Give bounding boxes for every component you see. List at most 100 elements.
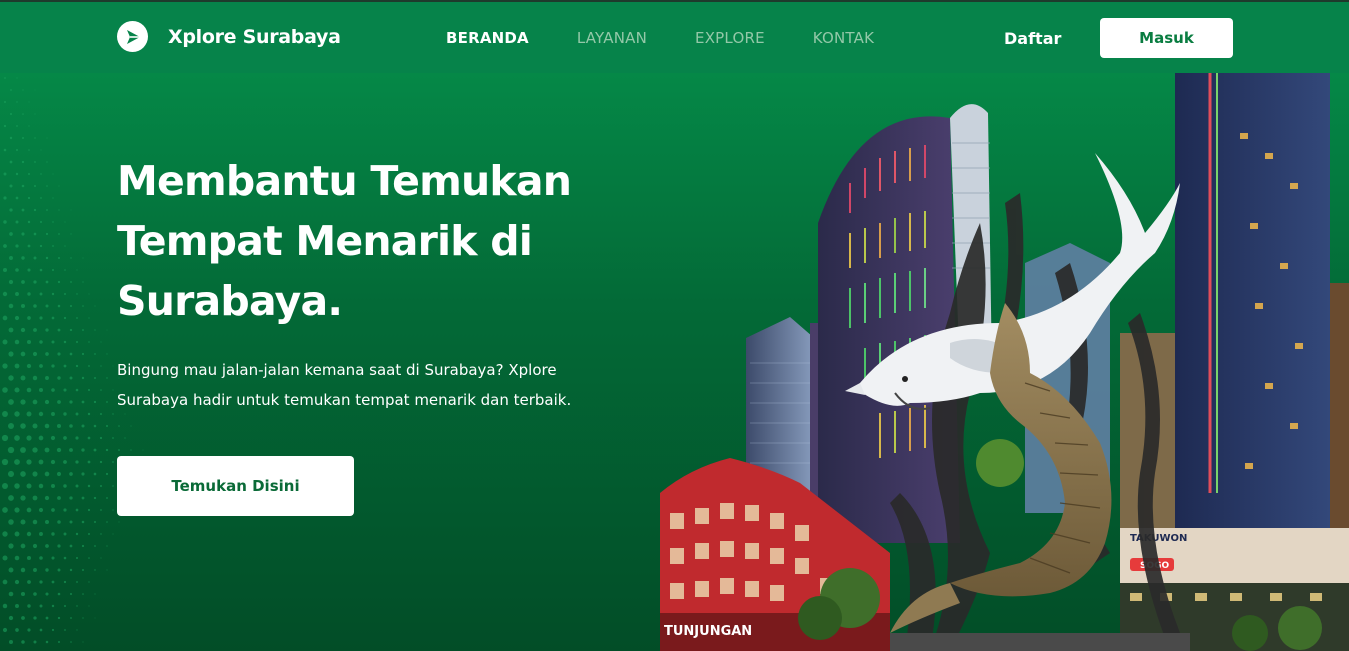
pattern-dot	[32, 471, 38, 477]
pattern-dot	[81, 400, 85, 404]
pattern-dot	[100, 389, 102, 391]
pattern-dot	[34, 113, 36, 115]
pattern-dot	[51, 628, 55, 632]
pattern-dot	[51, 412, 55, 416]
pattern-dot	[45, 616, 49, 620]
pattern-dot	[81, 544, 85, 548]
pattern-dot	[44, 423, 50, 429]
pattern-dot	[64, 245, 66, 247]
pattern-dot	[100, 341, 102, 343]
pattern-dot	[112, 461, 114, 463]
nav-item-layanan[interactable]: LAYANAN	[577, 29, 647, 47]
pattern-dot	[105, 424, 109, 428]
pattern-dot	[38, 387, 44, 393]
pattern-dot	[39, 556, 43, 560]
pattern-dot	[32, 519, 38, 525]
pattern-dot	[14, 555, 20, 561]
pattern-dot	[63, 508, 67, 512]
pattern-dot	[81, 424, 85, 428]
pattern-dot	[38, 507, 44, 513]
brand-name: Xplore Surabaya	[168, 25, 341, 48]
pattern-dot	[27, 316, 31, 320]
pattern-dot	[40, 221, 42, 223]
pattern-dot	[4, 101, 6, 103]
pattern-dot	[39, 580, 43, 584]
pattern-dot	[21, 232, 25, 236]
pattern-dot	[51, 340, 55, 344]
find-here-button[interactable]: Temukan Disini	[117, 456, 354, 516]
pattern-dot	[106, 569, 108, 571]
pattern-dot	[33, 592, 37, 596]
pattern-dot	[56, 423, 62, 429]
pattern-dot	[33, 640, 37, 644]
pattern-dot	[8, 399, 14, 405]
pattern-dot	[20, 447, 26, 453]
pattern-dot	[28, 149, 30, 151]
nav-item-explore[interactable]: EXPLORE	[695, 29, 765, 47]
pattern-dot	[82, 617, 84, 619]
pattern-dot	[20, 303, 26, 309]
pattern-dot	[15, 604, 19, 608]
pattern-dot	[52, 245, 54, 247]
pattern-dot	[33, 256, 37, 260]
pattern-dot	[69, 496, 73, 500]
navbar: Xplore Surabaya BERANDA LAYANAN EXPLORE …	[0, 2, 1349, 73]
pattern-dot	[32, 495, 38, 501]
pattern-dot	[8, 567, 14, 573]
pattern-dot	[45, 592, 49, 596]
pattern-dot	[33, 568, 37, 572]
pattern-dot	[39, 268, 43, 272]
pattern-dot	[100, 557, 102, 559]
pattern-dot	[57, 328, 61, 332]
pattern-dot	[26, 555, 32, 561]
nav-item-beranda[interactable]: BERANDA	[446, 29, 529, 47]
pattern-dot	[15, 196, 19, 200]
pattern-dot	[39, 316, 43, 320]
pattern-dot	[75, 436, 79, 440]
pattern-dot	[14, 339, 20, 345]
pattern-dot	[64, 629, 66, 631]
pattern-dot	[22, 137, 24, 139]
nav-links: BERANDA LAYANAN EXPLORE KONTAK	[446, 29, 922, 47]
pattern-dot	[26, 411, 32, 417]
pattern-dot	[63, 436, 67, 440]
pattern-dot	[82, 329, 84, 331]
pattern-dot	[32, 423, 38, 429]
pattern-dot	[82, 593, 84, 595]
pattern-dot	[69, 472, 73, 476]
pattern-dot	[8, 495, 14, 501]
nav-item-kontak[interactable]: KONTAK	[813, 29, 874, 47]
pattern-dot	[28, 101, 30, 103]
pattern-dot	[124, 437, 126, 439]
pattern-dot	[69, 352, 73, 356]
pattern-dot	[75, 508, 79, 512]
pattern-dot	[82, 569, 84, 571]
pattern-dot	[2, 507, 8, 513]
brand[interactable]: Xplore Surabaya	[117, 21, 341, 52]
register-link[interactable]: Daftar	[1004, 29, 1061, 48]
pattern-dot	[51, 604, 55, 608]
pattern-dot	[10, 89, 12, 91]
pattern-dot	[2, 363, 8, 369]
pattern-dot	[26, 435, 32, 441]
pattern-dot	[28, 125, 30, 127]
pattern-dot	[33, 616, 37, 620]
pattern-dot	[15, 148, 19, 152]
pattern-dot	[38, 459, 44, 465]
pattern-dot	[51, 580, 55, 584]
pattern-dot	[112, 389, 114, 391]
pattern-dot	[93, 496, 97, 500]
pattern-dot	[106, 401, 108, 403]
surabaya-city-image: TAKUWON SOGO TUNJUNGAN	[660, 73, 1349, 651]
pattern-dot	[27, 220, 31, 224]
pattern-dot	[14, 411, 20, 417]
pattern-dot	[57, 280, 61, 284]
pattern-dot	[58, 233, 60, 235]
pattern-dot	[20, 351, 26, 357]
hero-subtext: Bingung mau jalan-jalan kemana saat di S…	[117, 355, 637, 415]
subtext-line: Bingung mau jalan-jalan kemana saat di S…	[117, 361, 557, 379]
pattern-dot	[94, 593, 96, 595]
pattern-dot	[4, 77, 6, 79]
login-button[interactable]: Masuk	[1100, 18, 1233, 58]
pattern-dot	[9, 160, 13, 164]
